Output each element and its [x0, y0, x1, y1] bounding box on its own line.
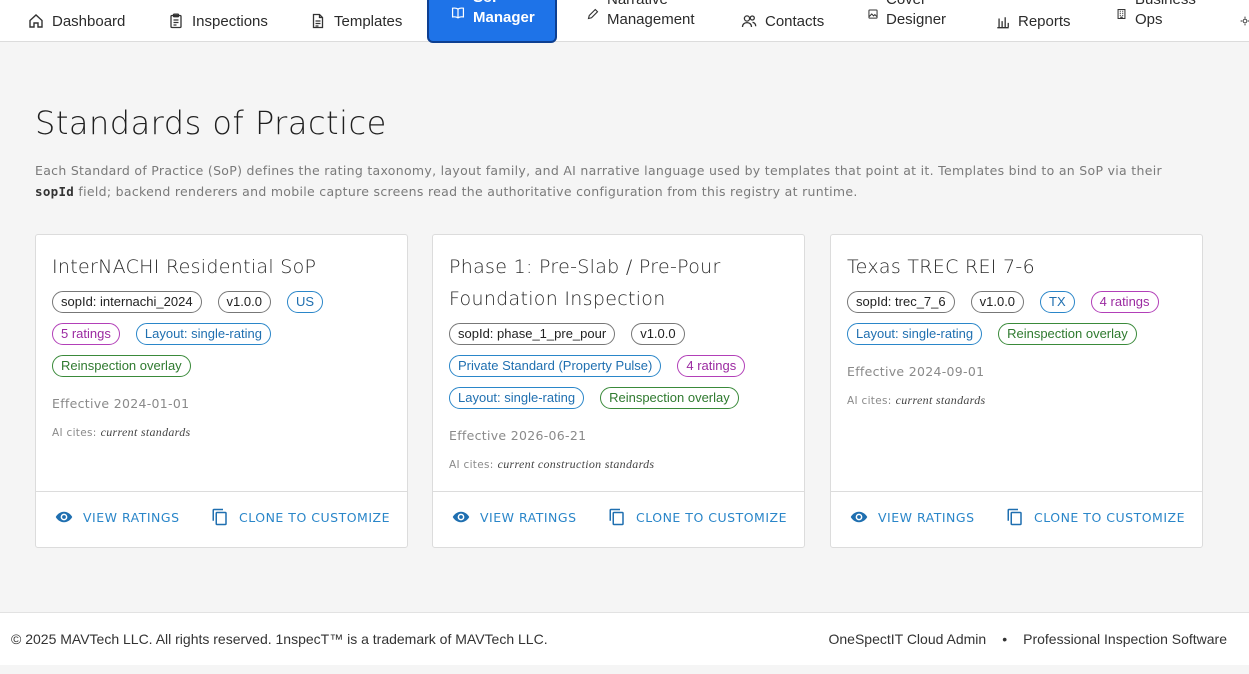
nav-inspections[interactable]: Inspections [168, 0, 268, 42]
book-icon [451, 6, 465, 20]
chip-ratings: 4 ratings [677, 355, 746, 377]
nav-cover-designer[interactable]: Cover Designer [868, 0, 982, 42]
footer-copyright: © 2025 MAVTech LLC. All rights reserved.… [11, 631, 548, 647]
sopid-code: sopId [35, 184, 75, 199]
clone-to-customize-button[interactable]: CLONE TO CUSTOMIZE [211, 508, 390, 526]
nav-more-icon[interactable] [1240, 0, 1249, 42]
nav-reports[interactable]: Reports [996, 0, 1071, 42]
pen-icon [587, 6, 599, 20]
nav-contacts[interactable]: Contacts [741, 0, 824, 42]
ai-cites: AI cites: current construction standards [449, 457, 655, 471]
image-icon [868, 6, 878, 19]
effective-date: Effective 2024-01-01 [52, 396, 190, 411]
page-title: Standards of Practice [35, 104, 387, 142]
bar-chart-icon [996, 14, 1010, 29]
chip-version: v1.0.0 [631, 323, 685, 345]
clone-label: CLONE TO CUSTOMIZE [636, 509, 787, 525]
description-text: Each Standard of Practice (SoP) defines … [35, 163, 1162, 178]
copy-icon [608, 508, 626, 526]
document-icon [310, 13, 326, 29]
nav-label: Inspections [192, 12, 268, 30]
users-icon [741, 13, 757, 29]
view-ratings-button[interactable]: VIEW RATINGS [452, 508, 577, 526]
chip-ratings: 4 ratings [1090, 291, 1159, 313]
eye-icon [55, 508, 73, 526]
chip-list: sopId: internachi_2024 v1.0.0 US 5 ratin… [52, 291, 397, 377]
nav-label: SoP Manager [473, 0, 535, 26]
page-description: Each Standard of Practice (SoP) defines … [35, 160, 1205, 202]
ai-cites: AI cites: current standards [52, 425, 191, 439]
chip-region: TX [1040, 291, 1075, 313]
chip-layout: Layout: single-rating [449, 387, 585, 409]
card-title: InterNACHI Residential SoP [52, 256, 317, 278]
chip-sopid: sopId: trec_7_6 [847, 291, 955, 313]
nav-narrative-management[interactable]: Narrative Management [587, 0, 703, 42]
view-ratings-button[interactable]: VIEW RATINGS [850, 508, 975, 526]
chip-reinspection: Reinspection overlay [600, 387, 739, 409]
nav-templates[interactable]: Templates [310, 0, 402, 42]
footer-links: OneSpectIT Cloud Admin • Professional In… [828, 631, 1227, 647]
nav-business-ops[interactable]: Business Ops [1116, 0, 1196, 42]
eye-icon [850, 508, 868, 526]
view-ratings-label: VIEW RATINGS [83, 509, 180, 525]
view-ratings-label: VIEW RATINGS [878, 509, 975, 525]
chip-region: Private Standard (Property Pulse) [449, 355, 662, 377]
chip-region: US [286, 291, 324, 313]
nav-label: Dashboard [52, 12, 126, 30]
nav-label: Cover Designer [886, 0, 947, 28]
nav-label: Templates [334, 12, 403, 30]
sop-card-phase-1: Phase 1: Pre-Slab / Pre-Pour Foundation … [432, 234, 805, 548]
nav-label: Reports [1018, 12, 1071, 30]
card-actions: VIEW RATINGS CLONE TO CUSTOMIZE [831, 491, 1202, 548]
effective-date: Effective 2026-06-21 [449, 428, 587, 443]
clone-label: CLONE TO CUSTOMIZE [239, 509, 390, 525]
view-ratings-label: VIEW RATINGS [480, 509, 577, 525]
chip-layout: Layout: single-rating [135, 323, 271, 345]
nav-label: Narrative Management [607, 0, 695, 28]
nav-dashboard[interactable]: Dashboard [28, 0, 125, 42]
clipboard-icon [168, 13, 184, 29]
ai-cites: AI cites: current standards [847, 393, 986, 407]
sop-card-trec: Texas TREC REI 7-6 sopId: trec_7_6 v1.0.… [830, 234, 1203, 548]
sop-card-internachi: InterNACHI Residential SoP sopId: intern… [35, 234, 408, 548]
card-title: Phase 1: Pre-Slab / Pre-Pour Foundation … [449, 256, 721, 310]
nav-label: Contacts [765, 12, 825, 30]
chip-sopid: sopId: phase_1_pre_pour [449, 323, 616, 345]
clone-label: CLONE TO CUSTOMIZE [1034, 509, 1185, 525]
chip-list: sopId: trec_7_6 v1.0.0 TX 4 ratings Layo… [847, 291, 1192, 345]
eye-icon [452, 508, 470, 526]
footer-separator: • [1002, 631, 1008, 647]
chip-sopid: sopId: internachi_2024 [52, 291, 202, 313]
footer-link-cloud-admin[interactable]: OneSpectIT Cloud Admin [828, 631, 986, 647]
card-title: Texas TREC REI 7-6 [847, 256, 1035, 278]
nav-label: Business Ops [1135, 0, 1196, 28]
clone-to-customize-button[interactable]: CLONE TO CUSTOMIZE [1006, 508, 1185, 526]
card-actions: VIEW RATINGS CLONE TO CUSTOMIZE [433, 491, 804, 548]
chip-reinspection: Reinspection overlay [998, 323, 1137, 345]
chip-version: v1.0.0 [970, 291, 1025, 313]
description-text: field; backend renderers and mobile capt… [74, 184, 858, 199]
gear-icon [1240, 13, 1249, 29]
clone-to-customize-button[interactable]: CLONE TO CUSTOMIZE [608, 508, 787, 526]
card-actions: VIEW RATINGS CLONE TO CUSTOMIZE [36, 491, 407, 548]
chip-version: v1.0.0 [217, 291, 271, 313]
effective-date: Effective 2024-09-01 [847, 364, 985, 379]
view-ratings-button[interactable]: VIEW RATINGS [55, 508, 180, 526]
chip-ratings: 5 ratings [52, 323, 120, 345]
top-nav: Dashboard Inspections Templates SoP Mana… [0, 0, 1249, 43]
chip-list: sopId: phase_1_pre_pour v1.0.0 Private S… [449, 323, 794, 409]
footer: © 2025 MAVTech LLC. All rights reserved.… [0, 612, 1249, 665]
home-icon [28, 13, 44, 29]
nav-sop-manager[interactable]: SoP Manager [427, 0, 557, 43]
footer-link-professional[interactable]: Professional Inspection Software [1023, 631, 1227, 647]
copy-icon [211, 508, 229, 526]
copy-icon [1006, 508, 1024, 526]
chip-reinspection: Reinspection overlay [52, 355, 191, 377]
building-icon [1116, 6, 1127, 19]
chip-layout: Layout: single-rating [847, 323, 983, 345]
